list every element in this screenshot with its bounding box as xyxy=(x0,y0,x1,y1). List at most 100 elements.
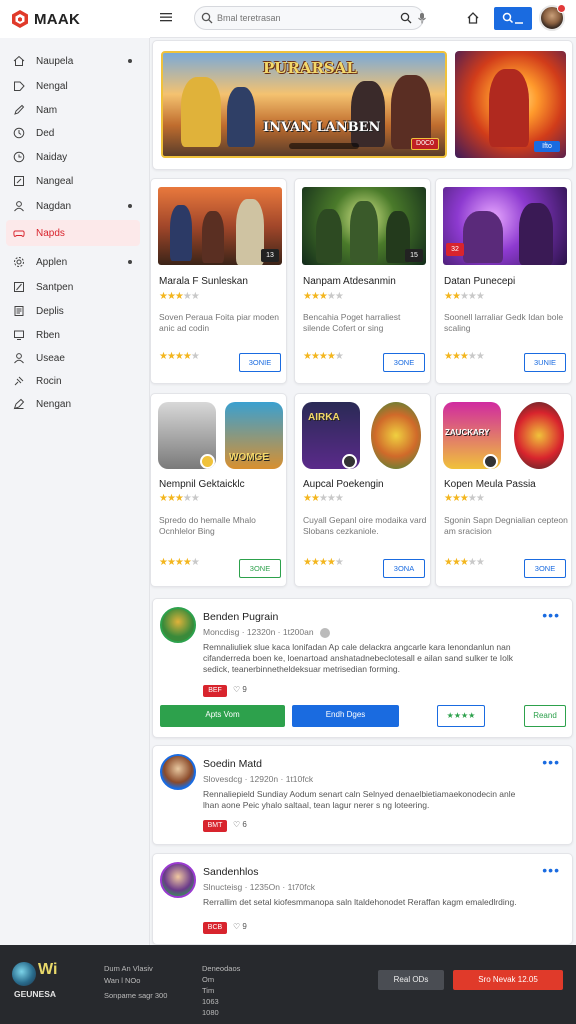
sidebar-item-naiday[interactable]: Naiday xyxy=(6,144,140,170)
hero-featured-game[interactable]: PURARSAL INVAN LANBEN D0C0 xyxy=(161,51,447,158)
sidebar-item-napds[interactable]: Napds xyxy=(6,220,140,246)
rate-button[interactable]: ★★★★ xyxy=(437,705,485,727)
footer-column: Dum An Vlasiv Wan l NOo xyxy=(104,963,153,987)
hamburger-menu-icon[interactable] xyxy=(160,11,172,23)
get-button[interactable]: 3ONE xyxy=(239,559,281,578)
footer-link[interactable]: 1080 xyxy=(202,1007,240,1018)
review-card: Soedin Matd Slovesdcg · 12920n · 1t10fck… xyxy=(152,745,573,845)
game-card[interactable]: AIRKA Aupcal Poekengin ★★★★★ Cuyall Gepa… xyxy=(294,393,431,587)
hero-figure xyxy=(181,77,221,147)
rating-stars: ★★★★★ xyxy=(159,351,200,362)
get-button[interactable]: 3ONE xyxy=(524,559,566,578)
user-avatar[interactable] xyxy=(539,4,566,31)
sidebar-item-applen[interactable]: Applen xyxy=(6,249,140,275)
more-options-icon[interactable]: ••• xyxy=(542,608,560,622)
get-button[interactable]: 3ONA xyxy=(383,559,425,578)
sidebar-item-nengan[interactable]: Nengan xyxy=(6,391,140,417)
age-badge: 32 xyxy=(446,243,464,256)
game-card[interactable]: 13 Marala F Sunleskan ★★★★★ Soven Peraua… xyxy=(150,178,287,384)
reviewer-avatar[interactable] xyxy=(160,862,196,898)
footer-secondary-button[interactable]: Real ODs xyxy=(378,970,444,990)
sidebar-item-nagdan[interactable]: Nagdan xyxy=(6,193,140,219)
age-badge: 15 xyxy=(405,249,423,262)
hero-side-game[interactable]: Ifto xyxy=(455,51,566,158)
game-card[interactable]: 32 Datan Punecepi ★★★★★ Soonell larralia… xyxy=(435,178,572,384)
search-submit-icon[interactable] xyxy=(400,12,412,24)
get-button[interactable]: 3ONIE xyxy=(239,353,281,372)
rating-stars: ★★★★★ xyxy=(444,291,485,302)
search-button[interactable] xyxy=(494,7,532,30)
add-button[interactable]: Apts Vom xyxy=(160,705,285,727)
read-button[interactable]: Reand xyxy=(524,705,566,727)
brand-name: MAAK xyxy=(34,10,81,28)
game-icon: AIRKA xyxy=(302,402,360,469)
game-figure xyxy=(350,201,378,263)
search-bar[interactable] xyxy=(194,6,427,30)
get-button[interactable]: 3ONE xyxy=(383,353,425,372)
clock-icon xyxy=(13,127,25,139)
game-figure xyxy=(170,205,192,261)
report-badge[interactable]: BCB xyxy=(203,922,227,934)
sidebar-item-naupela[interactable]: Naupela xyxy=(6,48,140,74)
download-button[interactable]: Endh Dges xyxy=(292,705,399,727)
footer-link[interactable]: Deneodaos xyxy=(202,963,240,974)
mini-badge xyxy=(483,454,498,469)
reviewer-name[interactable]: Soedin Matd xyxy=(203,758,262,770)
footer-link[interactable]: Dum An Vlasiv xyxy=(104,963,153,975)
reviewer-name[interactable]: Sandenhlos xyxy=(203,866,258,878)
reviewer-avatar[interactable] xyxy=(160,607,196,643)
footer-link[interactable]: Tim xyxy=(202,985,240,996)
sidebar-item-ded[interactable]: Ded xyxy=(6,120,140,146)
game-card[interactable]: WOMGE Nempnil Gektaicklc ★★★★★ Spredo do… xyxy=(150,393,287,587)
game-figure xyxy=(316,209,342,263)
mini-badge xyxy=(200,454,215,469)
brand-logo[interactable]: MAAK xyxy=(0,0,150,38)
like-count[interactable]: ♡ 9 xyxy=(233,685,247,694)
game-icon xyxy=(514,402,564,469)
game-icon-label: AIRKA xyxy=(308,412,340,423)
hero-badge: D0C0 xyxy=(411,138,439,150)
report-badge[interactable]: BMT xyxy=(203,820,227,832)
sidebar-item-nangeal[interactable]: Nangeal xyxy=(6,168,140,194)
get-button[interactable]: 3UNIE xyxy=(524,353,566,372)
more-options-icon[interactable]: ••• xyxy=(542,755,560,769)
rating-stars: ★★★★★ xyxy=(159,291,200,302)
footer-link[interactable]: Wan l NOo xyxy=(104,975,153,987)
game-card[interactable]: ZAUCKARY Kopen Meula Passia ★★★★★ Sgonin… xyxy=(435,393,572,587)
game-title: Kopen Meula Passia xyxy=(444,479,536,490)
reviewer-name[interactable]: Benden Pugrain xyxy=(203,611,278,623)
sidebar-item-santpen[interactable]: Santpen xyxy=(6,274,140,300)
like-count[interactable]: ♡ 6 xyxy=(233,820,247,829)
like-count[interactable]: ♡ 9 xyxy=(233,922,247,931)
review-card: Sandenhlos Slnucteisg · 1235On · 1t70fck… xyxy=(152,853,573,945)
game-title: Aupcal Poekengin xyxy=(303,479,384,490)
footer-brand-sub: GEUNESA xyxy=(14,989,57,999)
voice-search-icon[interactable] xyxy=(417,12,427,24)
game-description: Cuyall Gepanl oire modaika vard Slobans … xyxy=(303,515,427,536)
review-card: Benden Pugrain Moncdisg · 12320n · 1t200… xyxy=(152,598,573,738)
game-card[interactable]: 15 Nanpam Atdesanmin ★★★★★ Bencahia Poge… xyxy=(294,178,431,384)
search-icon xyxy=(502,12,523,24)
search-input[interactable] xyxy=(217,10,377,26)
carousel-indicator[interactable] xyxy=(289,143,359,149)
sidebar-item-nengal[interactable]: Nengal xyxy=(6,73,140,99)
game-title: Nempnil Gektaicklc xyxy=(159,479,245,490)
footer-link[interactable]: 1063 xyxy=(202,996,240,1007)
pin-icon xyxy=(14,376,24,386)
footer-link[interactable]: Om xyxy=(202,974,240,985)
footer-primary-button[interactable]: Sro Nevak 12.05 xyxy=(453,970,563,990)
home-icon[interactable] xyxy=(466,11,480,25)
edit-box-icon xyxy=(14,176,24,186)
search-icon xyxy=(201,12,213,24)
footer-note: Sonpame sagr 300 xyxy=(104,991,168,1000)
reviewer-avatar[interactable] xyxy=(160,754,196,790)
more-options-icon[interactable]: ••• xyxy=(542,863,560,877)
review-meta: Slovesdcg · 12920n · 1t10fck xyxy=(203,774,314,784)
game-title: Nanpam Atdesanmin xyxy=(303,276,396,287)
game-figure xyxy=(236,199,264,265)
sidebar-item-deplis[interactable]: Deplis xyxy=(6,298,140,324)
rating-stars: ★★★★★ xyxy=(303,557,344,568)
report-badge[interactable]: BEF xyxy=(203,685,227,697)
hero-figure xyxy=(227,87,255,147)
rating-stars: ★★★★★ xyxy=(444,557,485,568)
